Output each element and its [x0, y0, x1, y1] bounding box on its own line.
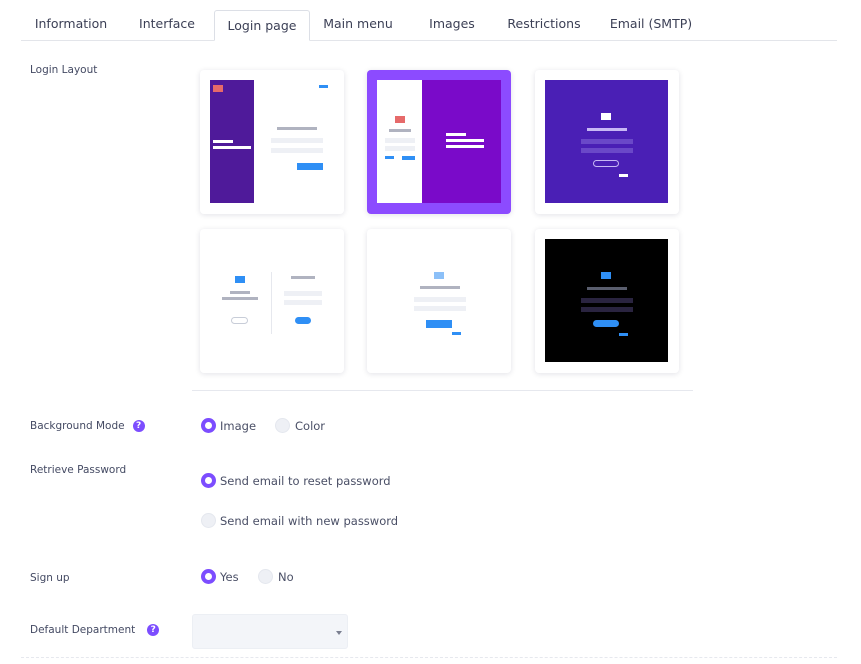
sign-up-no-radio[interactable]: No — [258, 569, 294, 584]
layout-preview — [377, 80, 501, 203]
background-mode-label: Background Mode? — [30, 420, 145, 432]
tab-restrictions[interactable]: Restrictions — [503, 10, 585, 40]
layout-preview — [545, 80, 668, 203]
tab-images[interactable]: Images — [421, 10, 483, 40]
radio-checked-indicator — [201, 569, 216, 584]
radio-label: Send email to reset password — [220, 473, 391, 488]
chevron-down-icon — [336, 631, 342, 635]
question-icon[interactable]: ? — [132, 420, 145, 432]
sign-up-yes-radio[interactable]: Yes — [201, 569, 239, 584]
bottom-divider — [21, 657, 837, 658]
layout-preview — [210, 80, 334, 203]
retrieve-password-label: Retrieve Password — [30, 464, 127, 476]
radio-unchecked-indicator — [201, 513, 216, 528]
layout-option-white-two-column[interactable] — [200, 229, 344, 373]
radio-checked-indicator — [201, 418, 216, 433]
layout-option-split-right-purple[interactable] — [367, 70, 511, 214]
background-mode-color-radio[interactable]: Color — [275, 418, 325, 433]
tab-main-menu[interactable]: Main menu — [321, 10, 395, 40]
tab-information[interactable]: Information — [30, 10, 112, 40]
tab-interface[interactable]: Interface — [132, 10, 202, 40]
tab-email-smtp[interactable]: Email (SMTP) — [606, 10, 696, 40]
radio-label: Yes — [220, 569, 239, 584]
layout-preview — [545, 239, 668, 362]
section-divider — [192, 390, 693, 391]
question-icon[interactable]: ? — [147, 624, 160, 636]
retrieve-password-new-radio[interactable]: Send email with new password — [201, 513, 398, 528]
radio-label: No — [278, 569, 294, 584]
radio-unchecked-indicator — [275, 418, 290, 433]
background-mode-image-radio[interactable]: Image — [201, 418, 256, 433]
tab-bar: Information Interface Login page Main me… — [21, 0, 837, 41]
retrieve-password-reset-radio[interactable]: Send email to reset password — [201, 473, 391, 488]
tab-login-page[interactable]: Login page — [214, 10, 310, 41]
radio-checked-indicator — [201, 473, 216, 488]
layout-preview — [377, 239, 501, 362]
default-department-select[interactable] — [192, 614, 348, 649]
layout-preview — [210, 239, 334, 362]
radio-label: Color — [295, 418, 326, 433]
radio-label: Send email with new password — [220, 513, 399, 528]
layout-option-centered-purple[interactable] — [535, 70, 679, 214]
layout-option-dark-centered[interactable] — [535, 229, 679, 373]
layout-option-split-left-purple[interactable] — [200, 70, 344, 214]
radio-label: Image — [220, 418, 257, 433]
login-layout-label: Login Layout — [30, 64, 98, 76]
layout-option-white-centered[interactable] — [367, 229, 511, 373]
default-department-label: Default Department? — [30, 624, 160, 636]
sign-up-label: Sign up — [30, 572, 70, 584]
radio-unchecked-indicator — [258, 569, 273, 584]
